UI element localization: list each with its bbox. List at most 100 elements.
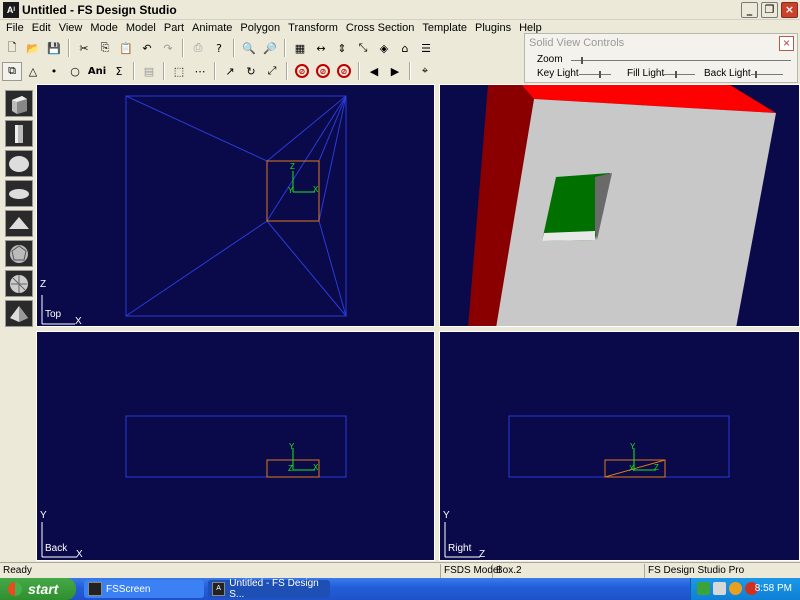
redo-button[interactable]: ↷ <box>158 39 178 58</box>
zoom-out-button[interactable]: 🔎 <box>260 39 280 58</box>
zoom-label: Zoom <box>537 54 563 65</box>
sigma-button[interactable]: Σ <box>109 62 129 81</box>
menu-view[interactable]: View <box>55 22 87 34</box>
toolbar-separator <box>182 39 184 57</box>
add-sphere-button[interactable] <box>5 150 33 177</box>
viewport-right[interactable]: Y Z X Y Right Z <box>439 331 800 561</box>
menu-file[interactable]: File <box>2 22 28 34</box>
taskbar: start FSScreen A Untitled - FS Design S.… <box>0 578 800 600</box>
scale-y-icon: ⇕ <box>337 41 347 55</box>
binoculars-button[interactable]: ⌖ <box>415 62 435 81</box>
toolbar-separator <box>68 39 70 57</box>
rotate-button[interactable]: ↻ <box>241 62 261 81</box>
close-button[interactable]: × <box>781 2 798 18</box>
scale-y-button[interactable]: ⇕ <box>332 39 352 58</box>
open-button[interactable]: 📂 <box>23 39 43 58</box>
redo-icon: ↷ <box>163 41 173 55</box>
solid-render <box>468 85 776 326</box>
scale-z-button[interactable]: ⤡ <box>353 39 373 58</box>
grid-button[interactable]: ▦ <box>290 39 310 58</box>
title-bar[interactable]: Aᴵ Untitled - FS Design Studio _ ❐ × <box>0 0 800 20</box>
play-back-button[interactable]: ◀ <box>364 62 384 81</box>
circle-mode-button[interactable]: ○ <box>65 62 85 81</box>
monitor-icon[interactable] <box>713 582 726 595</box>
no-entry-button-3[interactable]: ⊘ <box>334 62 354 81</box>
zoom-in-button[interactable]: 🔍 <box>239 39 259 58</box>
menu-mode[interactable]: Mode <box>86 22 122 34</box>
select-button[interactable]: ⧉ <box>2 61 22 81</box>
add-cylinder-button[interactable] <box>5 120 33 147</box>
fill-light-slider-thumb[interactable] <box>675 71 677 78</box>
fill-light-slider[interactable] <box>663 74 695 75</box>
key-light-slider[interactable] <box>579 74 611 75</box>
add-pyramid-button[interactable] <box>5 300 33 327</box>
menu-model[interactable]: Model <box>122 22 160 34</box>
arrow-curve-icon: ↗ <box>225 64 235 78</box>
top-axis-h: X <box>75 316 82 327</box>
print-button[interactable]: ⎙ <box>188 39 208 58</box>
menu-polygon[interactable]: Polygon <box>236 22 284 34</box>
task-fsscreen[interactable]: FSScreen <box>84 580 204 598</box>
viewport-back[interactable]: Y X Z Y Back X <box>36 331 435 561</box>
arrow-curve-button[interactable]: ↗ <box>220 62 240 81</box>
menu-plugins[interactable]: Plugins <box>471 22 515 34</box>
paste-button[interactable]: 📋 <box>116 39 136 58</box>
help-button[interactable]: ? <box>209 39 229 58</box>
add-cone-button[interactable] <box>5 210 33 237</box>
gizmo-x-label: X <box>313 463 319 472</box>
copy-button[interactable]: ⎘ <box>95 39 115 58</box>
save-button[interactable]: 💾 <box>44 39 64 58</box>
add-cube-button[interactable] <box>5 90 33 117</box>
scale-x-button[interactable]: ↔ <box>311 39 331 58</box>
play-forward-button[interactable]: ▶ <box>385 62 405 81</box>
zoom-slider-thumb[interactable] <box>581 57 583 64</box>
new-file-button[interactable]: 🗋 <box>2 39 22 58</box>
view-button[interactable]: ◈ <box>374 39 394 58</box>
clock[interactable]: 8:58 PM <box>755 583 792 594</box>
back-light-slider-thumb[interactable] <box>755 71 757 78</box>
gizmo-z-label: Z <box>288 464 293 473</box>
select-box-button[interactable]: ⬚ <box>169 62 189 81</box>
start-button[interactable]: start <box>0 578 76 600</box>
sphere-icon <box>9 155 29 172</box>
viewport-solid[interactable] <box>439 84 800 327</box>
network-icon[interactable] <box>697 582 710 595</box>
viewport-top[interactable]: Z X Y Z Top X <box>36 84 435 327</box>
geosphere-icon <box>10 244 28 263</box>
back-axis-v: Y <box>40 510 47 521</box>
no-entry-button-2[interactable]: ⊘ <box>313 62 333 81</box>
fill-light-label: Fill Light <box>627 68 665 79</box>
minimize-button[interactable]: _ <box>741 2 758 18</box>
menu-animate[interactable]: Animate <box>188 22 236 34</box>
align-button[interactable]: ☰ <box>416 39 436 58</box>
cylinder-icon <box>15 124 23 143</box>
gizmo-y-label: Y <box>289 442 295 451</box>
fit-button[interactable]: ⤢ <box>262 62 282 81</box>
ani-button[interactable]: Ani <box>86 62 108 81</box>
line-select-button[interactable]: ⋯ <box>190 62 210 81</box>
menu-part[interactable]: Part <box>160 22 188 34</box>
top-wireframe <box>41 95 347 325</box>
menu-cross-section[interactable]: Cross Section <box>342 22 418 34</box>
maximize-button[interactable]: ❐ <box>761 2 778 18</box>
menu-template[interactable]: Template <box>418 22 471 34</box>
no-entry-button-1[interactable]: ⊘ <box>292 62 312 81</box>
texture-button[interactable]: ▤ <box>139 62 159 81</box>
grid-icon: ▦ <box>294 41 306 55</box>
home-button[interactable]: ⌂ <box>395 39 415 58</box>
menu-edit[interactable]: Edit <box>28 22 55 34</box>
security-icon[interactable] <box>729 582 742 595</box>
point-mode-button[interactable]: • <box>44 62 64 81</box>
add-disc-button[interactable] <box>5 180 33 207</box>
cut-button[interactable]: ✂ <box>74 39 94 58</box>
undo-button[interactable]: ↶ <box>137 39 157 58</box>
add-geosphere-button[interactable] <box>5 240 33 267</box>
triangle-mode-button[interactable]: △ <box>23 62 43 81</box>
add-globe-button[interactable] <box>5 270 33 297</box>
panel-close-button[interactable]: × <box>779 36 794 51</box>
task-fs-design-studio[interactable]: A Untitled - FS Design S... <box>208 578 330 600</box>
zoom-slider[interactable] <box>571 60 791 61</box>
key-light-slider-thumb[interactable] <box>599 71 601 78</box>
menu-transform[interactable]: Transform <box>284 22 342 34</box>
app-icon[interactable]: Aᴵ <box>3 2 19 18</box>
